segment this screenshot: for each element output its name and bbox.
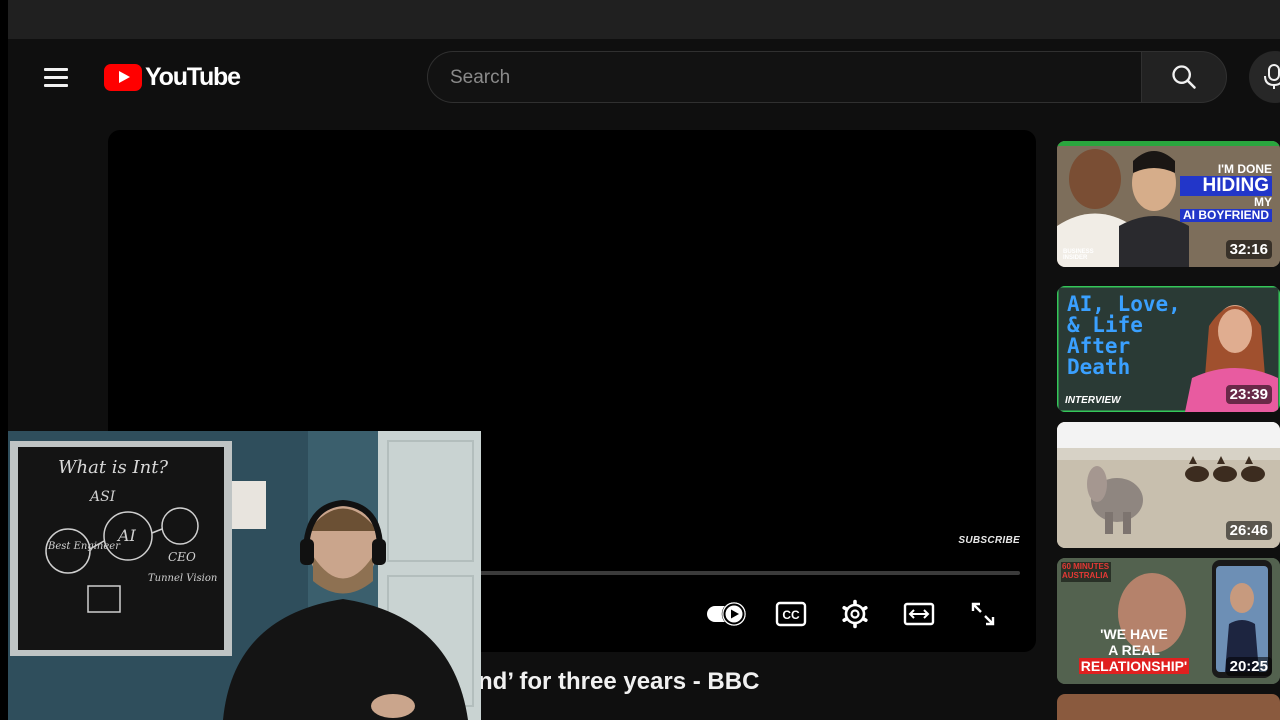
autoplay-toggle[interactable] bbox=[705, 596, 749, 632]
captions-icon: CC bbox=[775, 601, 807, 627]
recommended-video-thumbnail[interactable] bbox=[1057, 694, 1280, 720]
board-label: Tunnel Vision bbox=[148, 573, 217, 584]
thumbnail-text-line: RELATIONSHIP' bbox=[1078, 658, 1190, 674]
captions-button[interactable]: CC bbox=[769, 596, 813, 632]
board-label: AI bbox=[116, 526, 137, 545]
board-title: What is Int? bbox=[58, 457, 168, 478]
recommended-video-thumbnail[interactable]: 26:46 bbox=[1057, 422, 1280, 548]
menu-icon-bar bbox=[44, 68, 68, 71]
board-label: ASI bbox=[88, 489, 116, 505]
left-edge bbox=[0, 0, 8, 720]
recommended-video-thumbnail[interactable]: AI, Love, & Life After Death INTERVIEW 2… bbox=[1057, 286, 1280, 412]
duration-badge: 20:25 bbox=[1225, 657, 1272, 676]
svg-text:CC: CC bbox=[782, 608, 800, 622]
search-input[interactable] bbox=[448, 52, 1122, 104]
logo-text: YouTube bbox=[145, 62, 241, 91]
search-icon bbox=[1172, 65, 1196, 89]
thumbnail-overlay-text: AI, Love, & Life After Death bbox=[1067, 294, 1181, 378]
settings-icon bbox=[842, 599, 868, 629]
theater-mode-icon bbox=[903, 602, 935, 626]
browser-top-bar bbox=[0, 0, 1280, 39]
channel-tag: 60 MINUTES AUSTRALIA bbox=[1061, 562, 1111, 582]
thumbnail-text-line: I'M DONE bbox=[1217, 162, 1272, 176]
voice-search-button[interactable] bbox=[1249, 51, 1280, 103]
duration-badge: 32:16 bbox=[1225, 240, 1272, 259]
thumbnail-overlay-text: 'WE HAVE A REAL RELATIONSHIP' bbox=[1063, 626, 1205, 674]
thumbnail-overlay-text: I'M DONE HIDING MY AI BOYFRIEND bbox=[1179, 162, 1272, 223]
youtube-logo[interactable]: YouTube bbox=[104, 62, 241, 91]
thumbnail-text-line: AI BOYFRIEND bbox=[1179, 209, 1272, 223]
thumbnail-text-line: HIDING bbox=[1179, 175, 1272, 197]
menu-button[interactable] bbox=[40, 62, 72, 94]
board-label: CEO bbox=[168, 550, 196, 564]
thumbnail-text-line: A REAL bbox=[1108, 642, 1160, 658]
mic-icon bbox=[1264, 64, 1280, 89]
thumbnail-text-line: AI, Love, bbox=[1067, 292, 1181, 316]
fullscreen-button[interactable] bbox=[961, 596, 1005, 632]
thumbnail-text-line: Death bbox=[1067, 355, 1131, 379]
channel-tag: BUSINESS INSIDER bbox=[1063, 249, 1094, 261]
duration-badge: 23:39 bbox=[1225, 385, 1272, 404]
youtube-logo-icon bbox=[104, 63, 142, 91]
settings-button[interactable] bbox=[833, 596, 877, 632]
theater-mode-button[interactable] bbox=[897, 596, 941, 632]
duration-badge: 26:46 bbox=[1225, 521, 1272, 540]
webcam-overlay: What is Int? ASI Best Engineer AI CEO Tu… bbox=[8, 431, 481, 720]
thumbnail-text-line: & Life bbox=[1067, 313, 1143, 337]
recommended-video-thumbnail[interactable]: I'M DONE HIDING MY AI BOYFRIEND BUSINESS… bbox=[1057, 141, 1280, 267]
channel-tag: INTERVIEW bbox=[1065, 395, 1121, 406]
video-title-text: nd’ for three years - BBC bbox=[478, 668, 760, 695]
search-box[interactable] bbox=[427, 51, 1141, 104]
recommended-video-thumbnail[interactable]: 60 MINUTES AUSTRALIA 'WE HAVE A REAL REL… bbox=[1057, 558, 1280, 684]
board-label: Best Engineer bbox=[47, 541, 121, 552]
thumbnail-text-line: After bbox=[1067, 334, 1131, 358]
fullscreen-icon bbox=[971, 602, 995, 626]
menu-icon-bar bbox=[44, 84, 68, 87]
menu-icon-bar bbox=[44, 76, 68, 79]
subscribe-watermark[interactable]: SUBSCRIBE bbox=[958, 535, 1020, 546]
thumbnail-text-line: 'WE HAVE bbox=[1100, 626, 1168, 642]
webcam-scene: What is Int? ASI Best Engineer AI CEO Tu… bbox=[8, 431, 481, 720]
autoplay-toggle-icon bbox=[707, 601, 747, 627]
search-button[interactable] bbox=[1141, 51, 1227, 103]
